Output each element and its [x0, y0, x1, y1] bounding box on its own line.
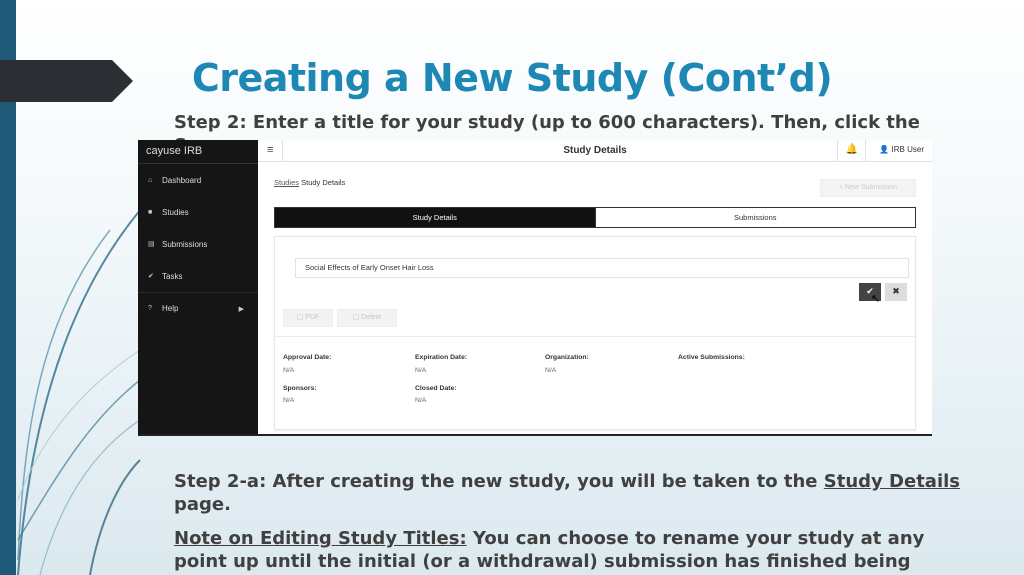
delete-button[interactable]: ▢ Delete	[337, 309, 397, 327]
expiration-date-value: N/A	[415, 367, 427, 374]
app-topbar: ≡ Study Details 🔔 👤 IRB User	[258, 140, 932, 162]
chevron-right-icon: ▶	[238, 305, 244, 313]
bell-icon[interactable]: 🔔	[846, 144, 858, 155]
breadcrumb-current: Study Details	[301, 178, 346, 187]
new-submission-button[interactable]: + New Submission	[820, 179, 916, 197]
closed-date-value: N/A	[415, 397, 427, 404]
sidebar-item-submissions[interactable]: ▤ Submissions	[138, 228, 258, 260]
sidebar-item-help[interactable]: ? Help ▶	[138, 292, 258, 324]
organization-label: Organization:	[545, 354, 589, 361]
breadcrumb-studies-link[interactable]: Studies	[274, 178, 299, 187]
pdf-button[interactable]: ▢ PDF	[283, 309, 333, 327]
sidebar-item-dashboard[interactable]: ⌂ Dashboard	[138, 164, 258, 196]
tab-bar: Study Details Submissions	[274, 207, 916, 228]
slide-title: Creating a New Study (Cont’d)	[191, 56, 833, 100]
note-text: Note on Editing Study Titles: You can ch…	[174, 528, 925, 575]
app-brand: cayuse IRB	[138, 140, 258, 164]
step-2a-text: Step 2-a: After creating the new study, …	[174, 471, 961, 515]
approval-date-label: Approval Date:	[283, 354, 332, 361]
app-main: ≡ Study Details 🔔 👤 IRB User Studies Stu…	[258, 140, 932, 434]
divider	[837, 140, 838, 162]
trash-icon: ▢	[352, 314, 362, 321]
study-details-link-text: Study Details	[823, 471, 961, 492]
divider	[865, 140, 866, 162]
expiration-date-label: Expiration Date:	[415, 354, 468, 361]
study-details-card: Social Effects of Early Onset Hair Loss …	[274, 236, 916, 430]
mouse-cursor-icon: ↖	[871, 292, 881, 305]
note-heading: Note on Editing Study Titles:	[174, 528, 467, 549]
cancel-title-button[interactable]: ✖	[885, 283, 907, 301]
breadcrumb: Studies Study Details	[274, 178, 345, 187]
app-sidebar: cayuse IRB ⌂ Dashboard ■ Studies ▤ Submissi…	[138, 140, 258, 434]
user-icon: 👤	[879, 145, 892, 154]
user-menu[interactable]: 👤 IRB User	[879, 145, 924, 154]
organization-value: N/A	[545, 367, 557, 374]
sidebar-item-tasks[interactable]: ✔ Tasks	[138, 260, 258, 292]
sidebar-item-studies[interactable]: ■ Studies	[138, 196, 258, 228]
tab-submissions[interactable]: Submissions	[594, 208, 915, 227]
pdf-icon: ▢	[296, 314, 306, 321]
closed-date-label: Closed Date:	[415, 385, 457, 392]
sponsors-label: Sponsors:	[283, 385, 317, 392]
study-title-input[interactable]: Social Effects of Early Onset Hair Loss	[295, 258, 909, 278]
check-icon: ✔	[148, 273, 154, 280]
app-screenshot: cayuse IRB ⌂ Dashboard ■ Studies ▤ Submissi…	[138, 140, 932, 436]
page-title: Study Details	[563, 145, 627, 156]
divider	[275, 336, 915, 337]
close-icon: ✖	[892, 287, 900, 297]
home-icon: ⌂	[148, 176, 153, 184]
sponsors-value: N/A	[283, 397, 295, 404]
question-icon: ?	[148, 305, 152, 312]
tab-study-details[interactable]: Study Details	[275, 208, 595, 227]
folder-icon: ■	[148, 208, 153, 216]
approval-date-value: N/A	[283, 367, 295, 374]
document-icon: ▤	[148, 241, 155, 248]
active-submissions-label: Active Submissions:	[678, 354, 745, 361]
